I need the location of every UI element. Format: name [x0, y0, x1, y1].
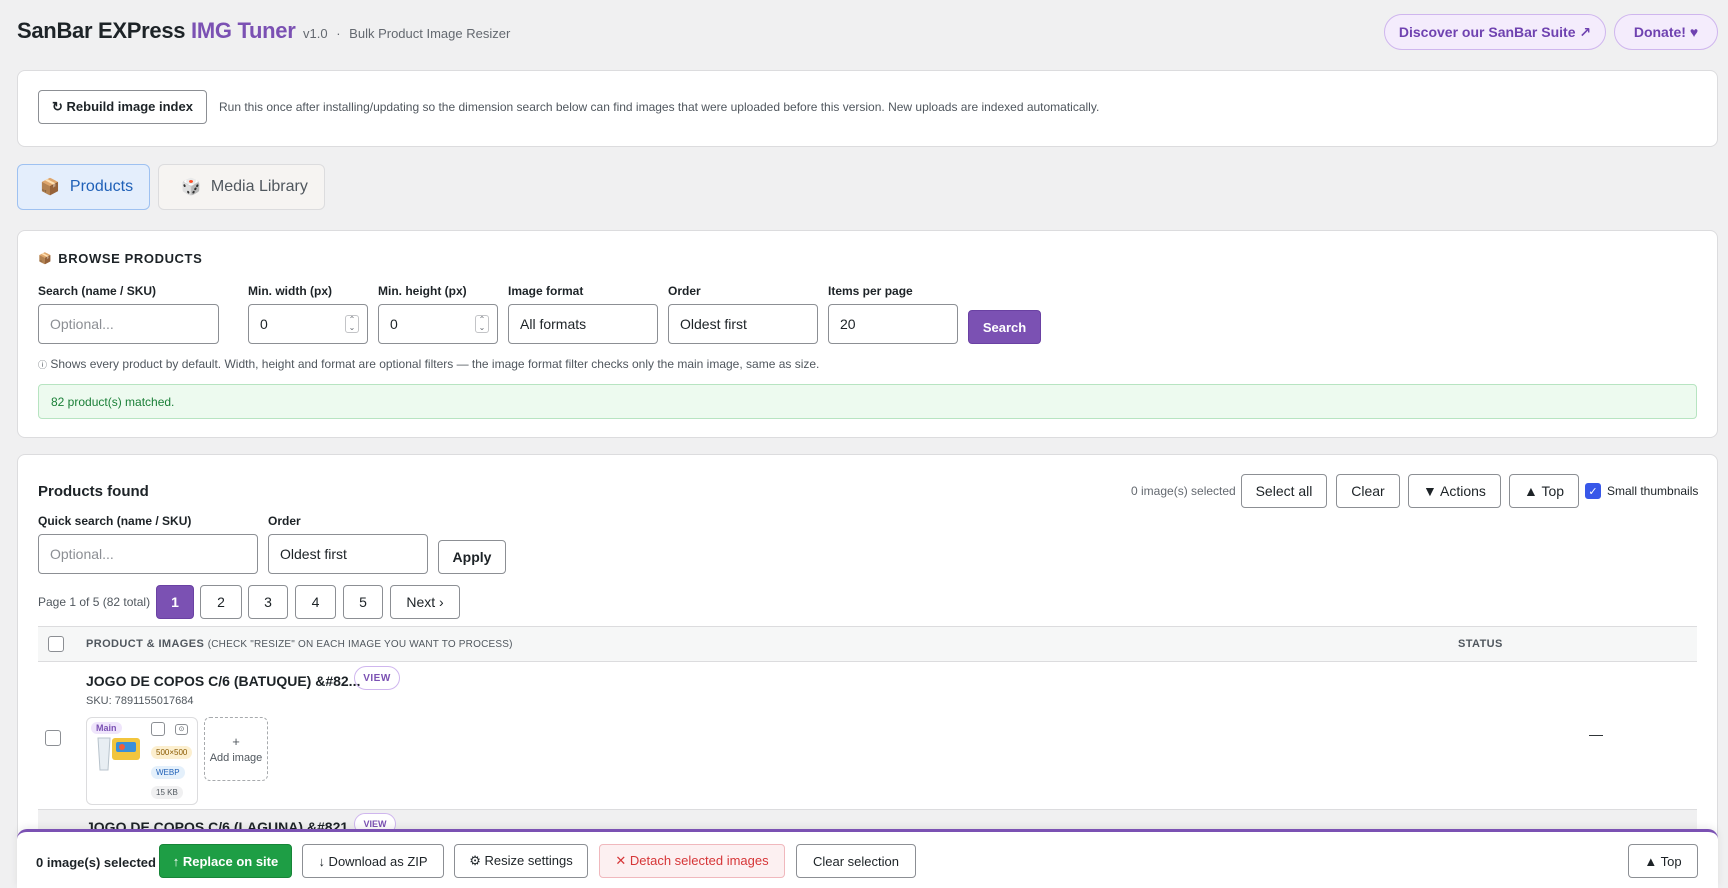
donate-button[interactable]: Donate! ♥ [1614, 14, 1718, 50]
top-button[interactable]: ▲ Top [1509, 474, 1579, 508]
search-button[interactable]: Search [968, 310, 1041, 344]
row-status: — [1589, 726, 1603, 742]
filter-hint: ⓘ Shows every product by default. Width,… [38, 357, 819, 371]
product-title[interactable]: JOGO DE COPOS C/6 (BATUQUE) &#82... [86, 673, 360, 689]
per-page-input[interactable]: 20 [828, 304, 958, 344]
download-zip-button[interactable]: ↓ Download as ZIP [302, 844, 444, 878]
replace-on-site-button[interactable]: ↑ Replace on site [159, 844, 292, 878]
discover-suite-link[interactable]: Discover our SanBar Suite ↗ [1384, 14, 1606, 50]
bulk-action-bar: 0 image(s) selected ↑ Replace on site ↓ … [17, 829, 1718, 888]
quick-search-label: Quick search (name / SKU) [38, 514, 192, 528]
browse-products-card: 📦 BROWSE PRODUCTS Search (name / SKU) Op… [17, 230, 1718, 438]
main-image-badge: Main [91, 722, 122, 734]
column-product-hint: (CHECK "RESIZE" ON EACH IMAGE YOU WANT T… [207, 639, 513, 650]
search-input[interactable]: Optional... [38, 304, 219, 344]
product-thumbnail[interactable] [92, 730, 144, 774]
brand-product-name: IMG Tuner [191, 18, 296, 43]
zoom-icon[interactable]: ⊙ [175, 724, 188, 735]
tab-products[interactable]: 📦 Products [17, 164, 150, 210]
top-bar: SanBar EXPress IMG Tuner v1.0 · Bulk Pro… [0, 0, 1728, 66]
min-width-value: 0 [260, 316, 268, 332]
page-info: Page 1 of 5 (82 total) [38, 595, 151, 609]
app-subtitle: Bulk Product Image Resizer [349, 26, 511, 41]
quick-order-label: Order [268, 514, 301, 528]
app-brand: SanBar EXPress IMG Tuner [17, 18, 296, 44]
dice-icon: 🎲 [181, 179, 201, 196]
page-button-1[interactable]: 1 [156, 585, 194, 619]
column-product: PRODUCT & IMAGES (CHECK "RESIZE" ON EACH… [86, 638, 513, 650]
row-checkbox[interactable] [45, 730, 61, 746]
actions-button[interactable]: ▼ Actions [1408, 474, 1501, 508]
detach-images-button[interactable]: ✕ Detach selected images [599, 844, 785, 878]
section-title: 📦 BROWSE PRODUCTS [38, 251, 202, 266]
small-thumbnails-label: Small thumbnails [1607, 484, 1699, 498]
size-badge: 15 KB [151, 786, 183, 799]
select-all-button[interactable]: Select all [1241, 474, 1327, 508]
products-found-card: Products found 0 image(s) selected Selec… [17, 454, 1718, 888]
column-status: STATUS [1458, 638, 1503, 650]
filter-hint-text: Shows every product by default. Width, h… [50, 357, 820, 371]
per-page-label: Items per page [828, 284, 913, 298]
tab-label: Products [69, 178, 134, 195]
add-image-button[interactable]: + Add image [204, 717, 268, 781]
rebuild-index-button[interactable]: ↻ Rebuild image index [38, 90, 207, 124]
rebuild-index-note: Run this once after installing/updating … [219, 100, 1100, 114]
tab-media-library[interactable]: 🎲 Media Library [158, 164, 325, 210]
min-width-label: Min. width (px) [248, 284, 332, 298]
page-button-4[interactable]: 4 [295, 585, 336, 619]
table-header: PRODUCT & IMAGES (CHECK "RESIZE" ON EACH… [38, 626, 1697, 662]
min-height-label: Min. height (px) [378, 284, 467, 298]
clear-button[interactable]: Clear [1336, 474, 1400, 508]
resize-settings-button[interactable]: ⚙ Resize settings [454, 844, 588, 878]
format-badge: WEBP [151, 766, 185, 779]
order-label: Order [668, 284, 701, 298]
clear-selection-button[interactable]: Clear selection [796, 844, 916, 878]
format-label: Image format [508, 284, 584, 298]
meta-separator: · [336, 26, 341, 41]
page-button-5[interactable]: 5 [343, 585, 383, 619]
product-sku: SKU: 7891155017684 [86, 695, 194, 707]
min-width-input[interactable]: 0 ⌃ ⌄ [248, 304, 368, 344]
stepper-icon[interactable]: ⌃ ⌄ [345, 315, 359, 333]
selected-count: 0 image(s) selected [1131, 484, 1236, 498]
bar-selected-count: 0 image(s) selected [36, 855, 156, 870]
next-page-button[interactable]: Next › [390, 585, 460, 619]
box-icon: 📦 [38, 253, 53, 265]
add-image-label: Add image [209, 752, 263, 764]
dimension-badge: 500×500 [151, 746, 193, 759]
stepper-icon[interactable]: ⌃ ⌄ [475, 315, 489, 333]
match-result-notice: 82 product(s) matched. [38, 384, 1697, 419]
quick-search-input[interactable]: Optional... [38, 534, 258, 574]
check-icon[interactable]: ✓ [1585, 483, 1601, 499]
small-thumbnails-toggle[interactable]: ✓ Small thumbnails [1585, 483, 1698, 499]
min-height-input[interactable]: 0 ⌃ ⌄ [378, 304, 498, 344]
info-icon: ⓘ [38, 360, 48, 370]
apply-button[interactable]: Apply [438, 540, 506, 574]
products-found-title: Products found [38, 483, 149, 500]
product-image-card: Main ⊙ 500×500 WEBP 15 KB [86, 717, 198, 805]
rebuild-index-card: ↻ Rebuild image index Run this once afte… [17, 70, 1718, 147]
tab-label: Media Library [210, 178, 308, 195]
back-to-top-button[interactable]: ▲ Top [1628, 844, 1698, 878]
plus-icon: + [232, 734, 240, 749]
brand-meta: v1.0 · Bulk Product Image Resizer [303, 26, 510, 41]
section-title-text: BROWSE PRODUCTS [58, 251, 203, 266]
format-select[interactable]: All formats [508, 304, 658, 344]
select-all-checkbox[interactable] [48, 636, 64, 652]
app-version: v1.0 [303, 26, 328, 41]
page-button-2[interactable]: 2 [200, 585, 242, 619]
box-icon: 📦 [40, 179, 60, 196]
column-product-label: PRODUCT & IMAGES [86, 638, 205, 650]
resize-checkbox[interactable] [151, 722, 165, 736]
brand-name: SanBar EXPress [17, 18, 186, 43]
search-label: Search (name / SKU) [38, 284, 157, 298]
quick-order-select[interactable]: Oldest first [268, 534, 428, 574]
view-product-button[interactable]: VIEW [354, 666, 400, 690]
order-select[interactable]: Oldest first [668, 304, 818, 344]
page-button-3[interactable]: 3 [248, 585, 288, 619]
min-height-value: 0 [390, 316, 398, 332]
